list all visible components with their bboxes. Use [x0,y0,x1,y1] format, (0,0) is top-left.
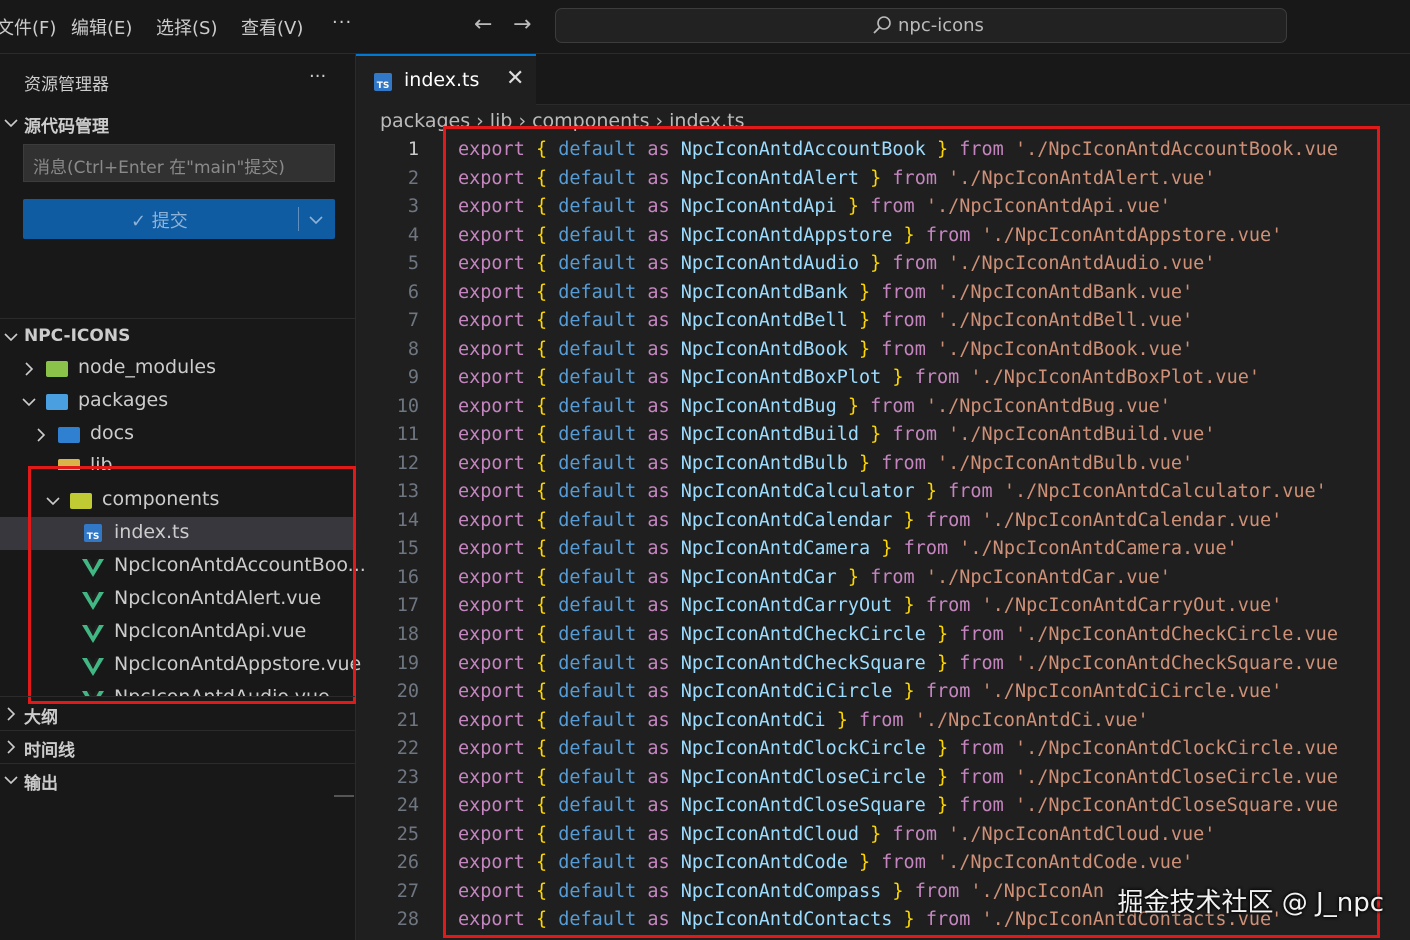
command-center-search[interactable]: npc-icons [555,8,1287,43]
chevron-right-icon[interactable] [2,705,20,723]
explorer-more-button[interactable]: ··· [309,66,326,87]
outline-section-title[interactable]: 大纲 [24,703,58,728]
package-folder-icon [46,394,68,410]
close-icon[interactable]: ✕ [506,66,524,91]
line-number: 6 [407,281,419,303]
line-number: 12 [396,452,419,474]
line-number: 26 [396,852,419,874]
timeline-section-title[interactable]: 时间线 [24,736,75,761]
tree-item-label: packages [78,389,169,411]
section-divider [0,763,355,764]
menu-select[interactable]: 选择(S) [156,14,217,40]
chevron-down-icon[interactable] [2,771,20,789]
docs-folder-icon [58,427,80,443]
line-number: 15 [396,538,419,560]
commit-message-input[interactable]: 消息(Ctrl+Enter 在"main"提交) [23,144,335,182]
scrollbar-handle[interactable] [334,795,354,797]
search-text: npc-icons [898,15,984,36]
line-number: 25 [396,823,419,845]
section-divider [0,696,355,697]
line-number: 20 [396,681,419,703]
tree-item-docs[interactable]: docs [0,418,355,451]
line-number: 14 [396,509,419,531]
line-number: 22 [396,738,419,760]
explorer-title: 资源管理器 [24,75,109,95]
line-number: 23 [396,766,419,788]
back-arrow-icon[interactable]: ← [474,12,492,37]
line-number: 2 [407,167,419,189]
chevron-down-icon[interactable] [307,211,325,229]
line-number: 8 [407,338,419,360]
output-section-title[interactable]: 输出 [24,769,58,794]
commit-button-separator [298,207,299,231]
menu-view[interactable]: 查看(V) [241,14,303,40]
line-number: 9 [407,367,419,389]
commit-button-label: ✓ 提交 [131,211,188,232]
search-icon [873,16,891,34]
chevron-down-icon[interactable] [2,328,20,346]
line-number: 3 [407,196,419,218]
tab-index-ts[interactable]: TS index.ts ✕ [356,54,536,105]
line-number: 19 [396,652,419,674]
chevron-down-icon [22,398,36,407]
watermark: 掘金技术社区 @ J_npc [1117,888,1384,918]
scm-section-title[interactable]: 源代码管理 [24,112,109,137]
highlight-box [443,126,1380,938]
line-number: 27 [396,880,419,902]
menu-file[interactable]: 文件(F) [0,14,56,40]
node-folder-icon [46,361,68,377]
typescript-file-icon: TS [374,73,392,91]
workspace-root-title[interactable]: NPC-ICONS [24,326,130,346]
line-number: 1 [407,139,419,160]
line-number: 4 [407,224,419,246]
tree-item-label: node_modules [78,356,217,378]
line-number: 5 [407,253,419,275]
highlight-box [28,466,356,704]
section-divider [0,318,355,319]
line-number: 17 [396,595,419,617]
tree-item-node-modules[interactable]: node_modules [0,352,355,385]
line-number: 21 [396,709,419,731]
chevron-down-icon[interactable] [2,114,20,132]
tree-item-label: docs [90,422,135,444]
section-divider [0,730,355,731]
line-number: 28 [396,909,419,931]
chevron-right-icon [37,428,46,442]
commit-message-placeholder: 消息(Ctrl+Enter 在"main"提交) [33,158,285,178]
line-number: 13 [396,481,419,503]
chevron-right-icon[interactable] [2,738,20,756]
line-number: 7 [407,310,419,332]
line-number: 18 [396,624,419,645]
commit-button[interactable]: ✓ 提交 [23,199,335,239]
menu-edit[interactable]: 编辑(E) [71,14,132,40]
line-number: 11 [396,424,419,446]
tree-item-packages[interactable]: packages [0,385,355,418]
tab-label: index.ts [404,69,480,91]
line-number: 16 [396,566,419,588]
menu-more[interactable]: ··· [332,12,352,33]
line-number: 10 [396,395,419,417]
chevron-right-icon [25,362,34,376]
forward-arrow-icon[interactable]: → [513,12,531,37]
line-number: 24 [396,795,419,817]
